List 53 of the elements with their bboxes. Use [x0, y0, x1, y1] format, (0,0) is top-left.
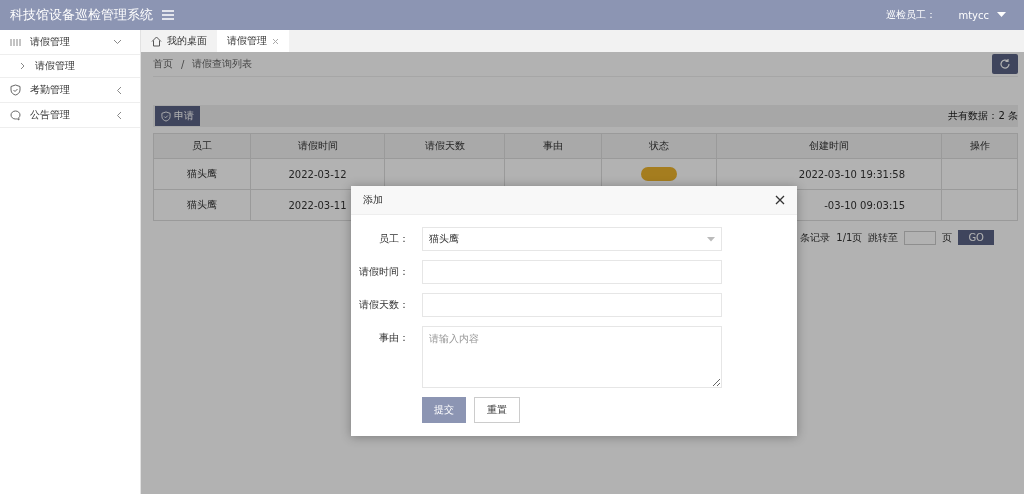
- shield-icon: [10, 84, 21, 96]
- column-header: 请假天数: [384, 134, 504, 158]
- reset-button[interactable]: 重置: [474, 397, 520, 423]
- page-unit: 页: [942, 230, 953, 245]
- close-icon[interactable]: [775, 195, 785, 205]
- table-cell-text: 猫头鹰: [186, 167, 218, 181]
- grid-icon: [10, 37, 21, 47]
- page-count: 1/1页: [836, 230, 863, 245]
- tab[interactable]: 我的桌面: [141, 30, 217, 52]
- column-header: 创建时间: [716, 134, 941, 158]
- total-count: 共有数据：2 条: [948, 109, 1018, 123]
- caret-icon: [707, 236, 715, 242]
- input-field[interactable]: [422, 260, 722, 284]
- app-title: 科技馆设备巡检管理系统: [10, 6, 153, 24]
- column-header: 操作: [941, 134, 1017, 158]
- reason-textarea[interactable]: 请输入内容: [422, 326, 722, 388]
- chevron-right-icon: [20, 62, 25, 70]
- home-icon: [151, 35, 162, 47]
- sidebar-item[interactable]: 考勤管理: [0, 78, 140, 103]
- refresh-button[interactable]: [992, 54, 1018, 74]
- breadcrumb-separator: /: [181, 58, 185, 70]
- record-count: 条记录: [800, 230, 831, 245]
- dialog-title: 添加: [363, 193, 383, 207]
- chevron-left-icon: [116, 85, 122, 95]
- field-label: 员工：: [378, 232, 409, 246]
- page-input[interactable]: [904, 230, 937, 245]
- field-label: 事由：: [378, 331, 409, 345]
- input-field[interactable]: [422, 293, 722, 317]
- column-header: 员工: [191, 139, 213, 153]
- chevron-down-icon: [113, 39, 122, 45]
- chat-bubble-icon: [10, 109, 21, 121]
- go-button[interactable]: GO: [958, 230, 994, 245]
- refresh-icon: [999, 58, 1011, 70]
- menu-icon[interactable]: [161, 9, 175, 21]
- breadcrumb-link[interactable]: 请假查询列表: [192, 57, 253, 71]
- sidebar-item[interactable]: 请假管理: [0, 30, 140, 55]
- table-cell-text: 猫头鹰: [186, 198, 218, 212]
- field-label: 请假天数：: [358, 298, 409, 312]
- sidebar-item[interactable]: 公告管理: [0, 103, 140, 128]
- caret-icon[interactable]: [997, 12, 1006, 18]
- breadcrumb-link[interactable]: 首页: [153, 57, 173, 71]
- column-header: 事由: [504, 134, 601, 158]
- jump-label: 跳转至: [868, 230, 899, 245]
- tab[interactable]: 请假管理: [217, 30, 289, 52]
- shield-check-icon: [161, 110, 171, 122]
- apply-button[interactable]: 申请: [155, 106, 200, 126]
- user-label: 巡检员工：: [886, 8, 937, 22]
- column-header: 状态: [601, 134, 716, 158]
- sidebar-subitem[interactable]: 请假管理: [0, 55, 140, 78]
- field-label: 请假时间：: [358, 265, 409, 279]
- chevron-left-icon: [116, 110, 122, 120]
- column-header: 请假时间: [250, 134, 384, 158]
- employee-select[interactable]: 猫头鹰: [422, 227, 722, 251]
